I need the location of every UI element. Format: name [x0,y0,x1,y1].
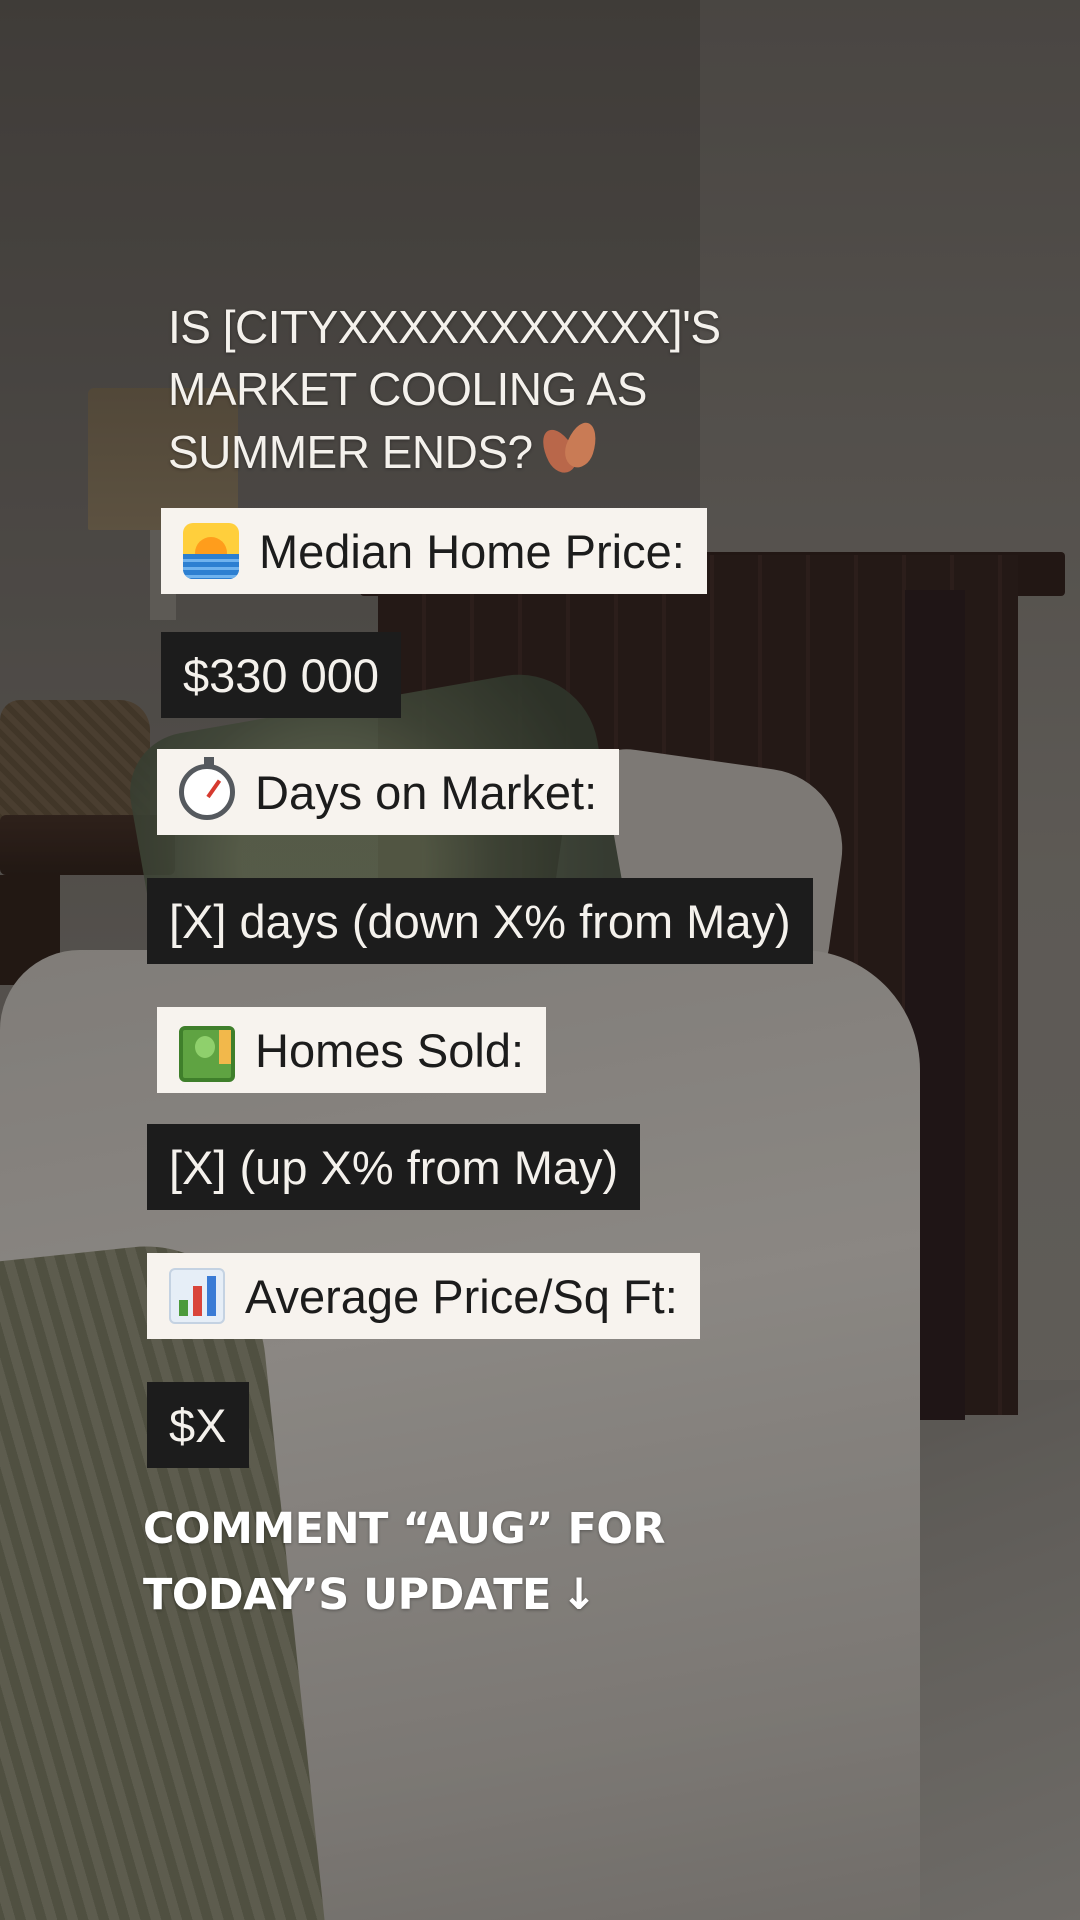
arrow-down-icon: ↓ [560,1570,597,1620]
headline-line-3: SUMMER ENDS? [168,418,808,483]
stat-value-average-price-sqft: $X [147,1382,249,1468]
stat-label-average-price-sqft: Average Price/Sq Ft: [147,1253,700,1339]
stat-value-median-home-price: $330 000 [161,632,402,718]
stat-value-days-on-market: [X] days (down X% from May) [147,878,813,964]
bar-chart-icon [169,1268,225,1324]
headline-line-3-text: SUMMER ENDS? [168,426,533,478]
money-icon [179,1025,235,1082]
cta-line-2-text: TODAY’S UPDATE [143,1570,551,1620]
stat-value-text: [X] (up X% from May) [169,1140,619,1194]
stat-label-text: Median Home Price: [259,524,685,578]
stat-value-text: [X] days (down X% from May) [169,894,791,948]
headline-line-1: IS [CITYXXXXXXXXXXX]'S [168,301,721,353]
stat-label-text: Average Price/Sq Ft: [245,1269,678,1323]
headline: IS [CITYXXXXXXXXXXX]'S MARKET COOLING AS… [168,296,808,483]
stopwatch-icon [179,757,235,820]
headline-line-2: MARKET COOLING AS [168,363,647,415]
call-to-action: COMMENT “AUG” FOR TODAY’S UPDATE ↓ [143,1496,666,1628]
cta-line-2: TODAY’S UPDATE ↓ [143,1562,665,1628]
stat-value-homes-sold: [X] (up X% from May) [147,1124,641,1210]
stat-label-text: Homes Sold: [255,1023,525,1077]
stat-label-homes-sold: Homes Sold: [157,1007,547,1093]
stat-label-days-on-market: Days on Market: [157,749,620,835]
sunrise-icon [183,523,239,579]
cta-line-1: COMMENT “AUG” FOR [143,1504,666,1554]
fallen-leaves-icon [535,418,602,478]
stat-value-text: $X [169,1398,227,1452]
stat-label-median-home-price: Median Home Price: [161,508,707,594]
stat-value-text: $330 000 [183,648,380,702]
stat-label-text: Days on Market: [255,765,598,819]
